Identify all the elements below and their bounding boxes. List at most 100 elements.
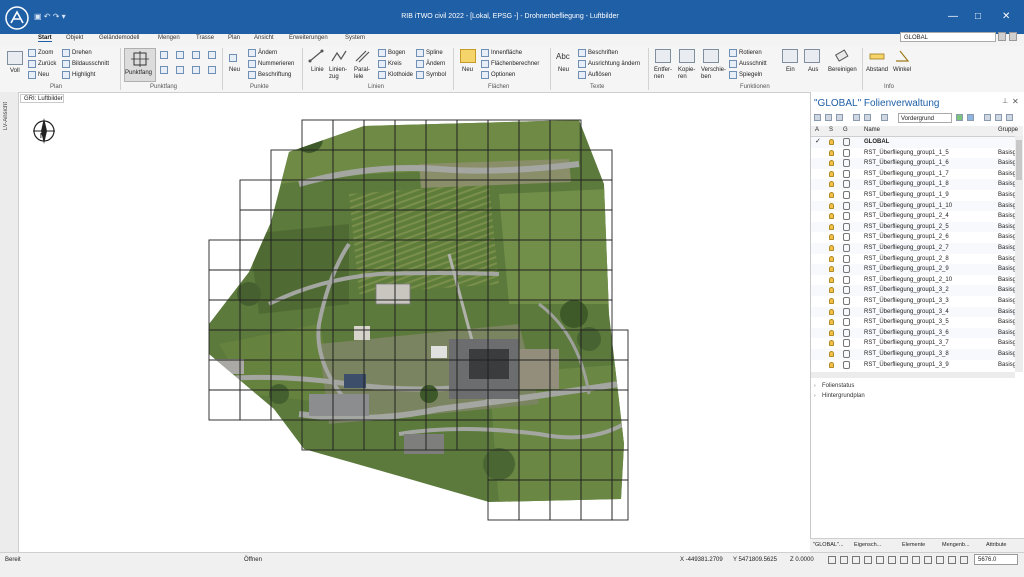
layer-row[interactable]: RST_Überfliegung_group1_3_8 Basisg bbox=[811, 349, 1016, 360]
visibility-bulb-icon[interactable] bbox=[829, 266, 834, 273]
new-layer-icon[interactable] bbox=[814, 114, 821, 121]
tab-mengenberechnung[interactable]: Mengenb... bbox=[942, 542, 970, 548]
layer-row[interactable]: RST_Überfliegung_group1_2_4 Basisg bbox=[811, 211, 1016, 222]
entfernen-button[interactable]: Entfer-nen bbox=[654, 67, 676, 81]
settings-icon[interactable] bbox=[948, 556, 956, 564]
visibility-bulb-icon[interactable] bbox=[829, 276, 834, 283]
abstand-button[interactable]: Abstand bbox=[866, 67, 888, 73]
print-icon[interactable] bbox=[912, 556, 920, 564]
ein-button[interactable]: Ein bbox=[786, 67, 795, 73]
visibility-bulb-icon[interactable] bbox=[829, 287, 834, 294]
layer-lock-icon[interactable] bbox=[843, 275, 850, 284]
punkt-neu-button[interactable]: Neu bbox=[229, 67, 240, 73]
snap-clear-icon[interactable] bbox=[208, 66, 216, 74]
col-header-gruppe[interactable]: Gruppe bbox=[998, 127, 1018, 133]
snap-intersection-icon[interactable] bbox=[176, 66, 184, 74]
col-header-a[interactable]: A bbox=[815, 127, 819, 133]
snap-node-icon[interactable] bbox=[160, 66, 168, 74]
tab-elemente[interactable]: Elemente bbox=[902, 542, 925, 548]
layer-list-hscrollbar[interactable] bbox=[811, 372, 1015, 378]
voll-button[interactable]: Voll bbox=[10, 68, 20, 74]
layer-list-scrollbar[interactable] bbox=[1015, 136, 1023, 372]
layer-row[interactable]: RST_Überfliegung_group1_1_6 Basisg bbox=[811, 158, 1016, 169]
document-tab[interactable]: GRI: Luftbilder bbox=[20, 94, 64, 103]
expand-icon[interactable]: › bbox=[814, 393, 816, 399]
layer-row[interactable]: RST_Überfliegung_group1_2_7 Basisg bbox=[811, 243, 1016, 254]
zoom-all-icon[interactable] bbox=[7, 51, 23, 65]
layer-row[interactable]: RST_Überfliegung_group1_3_7 Basisg bbox=[811, 338, 1016, 349]
drehen-button[interactable]: Drehen bbox=[72, 50, 92, 56]
layer-lock-icon[interactable] bbox=[843, 233, 850, 242]
tab-eigenschaften[interactable]: Eigensch... bbox=[854, 542, 881, 548]
spiegeln-button[interactable]: Spiegeln bbox=[739, 72, 762, 78]
layer-copy-icon[interactable] bbox=[836, 114, 843, 121]
visibility-bulb-icon[interactable] bbox=[829, 319, 834, 326]
layer-row[interactable]: RST_Überfliegung_group1_3_9 Basisg bbox=[811, 359, 1016, 371]
layer-delete-icon[interactable] bbox=[853, 114, 860, 121]
tab-ansicht[interactable]: Ansicht bbox=[254, 35, 274, 41]
nummerieren-button[interactable]: Nummerieren bbox=[258, 61, 294, 67]
layer-lock-icon[interactable] bbox=[843, 254, 850, 263]
layer-row[interactable]: RST_Überfliegung_group1_2_9 Basisg bbox=[811, 264, 1016, 275]
layer-row[interactable]: RST_Überfliegung_group1_1_9 Basisg bbox=[811, 190, 1016, 201]
visibility-bulb-icon[interactable] bbox=[829, 213, 834, 220]
col-header-g[interactable]: G bbox=[843, 127, 848, 133]
bildausschnitt-button[interactable]: Bildausschnitt bbox=[72, 61, 109, 67]
neu-button[interactable]: Neu bbox=[38, 72, 49, 78]
minimize-button[interactable]: — bbox=[948, 11, 958, 22]
pin-icon[interactable] bbox=[1009, 32, 1017, 41]
scale-field[interactable]: 5676.0 bbox=[974, 554, 1018, 565]
scrollbar-thumb[interactable] bbox=[1016, 140, 1022, 180]
layer-row[interactable]: RST_Überfliegung_group1_3_5 Basisg bbox=[811, 317, 1016, 328]
layer-lock-icon[interactable] bbox=[843, 201, 850, 210]
aus-button[interactable]: Aus bbox=[808, 67, 818, 73]
layer-row[interactable]: RST_Überfliegung_group1_1_8 Basisg bbox=[811, 179, 1016, 190]
layer-lock-icon[interactable] bbox=[843, 318, 850, 327]
flaechenberechner-button[interactable]: Flächenberechner bbox=[491, 61, 539, 67]
layer-lock-icon[interactable] bbox=[843, 191, 850, 199]
layer-row[interactable]: RST_Überfliegung_group1_2_10 Basisg bbox=[811, 274, 1016, 286]
panel-close-icon[interactable]: ✕ bbox=[1012, 97, 1019, 106]
visibility-bulb-icon[interactable] bbox=[829, 181, 834, 188]
layer-lock-icon[interactable] bbox=[843, 307, 850, 316]
tab-gelaendemodell[interactable]: Geländemodell bbox=[99, 35, 139, 41]
kopieren-button[interactable]: Kopie-ren bbox=[678, 67, 698, 81]
layer-lock-icon[interactable] bbox=[843, 360, 850, 369]
visibility-bulb-icon[interactable] bbox=[829, 223, 834, 230]
close-button[interactable]: ✕ bbox=[1002, 11, 1010, 22]
zoom-button[interactable]: Zoom bbox=[38, 50, 53, 56]
snap-toggle-icon[interactable] bbox=[852, 556, 860, 564]
snap-endpoint-icon[interactable] bbox=[160, 51, 168, 59]
scale-icon[interactable] bbox=[960, 556, 968, 564]
tab-erweiterungen[interactable]: Erweiterungen bbox=[289, 35, 328, 41]
filter-icon[interactable] bbox=[984, 114, 991, 121]
tab-objekt[interactable]: Objekt bbox=[66, 35, 83, 41]
columns-icon[interactable] bbox=[1006, 114, 1013, 121]
parallele-button[interactable]: Paral-lele bbox=[354, 67, 372, 81]
pan-icon[interactable] bbox=[888, 556, 896, 564]
tab-start[interactable]: Start bbox=[38, 35, 52, 42]
col-header-s[interactable]: S bbox=[829, 127, 833, 133]
snap-off-icon[interactable] bbox=[208, 51, 216, 59]
tab-plan[interactable]: Plan bbox=[228, 35, 240, 41]
layer-row[interactable]: RST_Überfliegung_group1_1_10 Basisg bbox=[811, 200, 1016, 212]
punkt-aendern-button[interactable]: Ändern bbox=[258, 50, 277, 56]
zoom-window-icon[interactable] bbox=[876, 556, 884, 564]
layer-lock-icon[interactable] bbox=[843, 339, 850, 348]
layer-lock-icon[interactable] bbox=[843, 350, 850, 358]
layer-lock-icon[interactable] bbox=[843, 222, 850, 231]
snap-midpoint-icon[interactable] bbox=[176, 51, 184, 59]
grid-toggle-icon[interactable] bbox=[828, 556, 836, 564]
beschriften-button[interactable]: Beschriften bbox=[588, 50, 618, 56]
layer-lock-icon[interactable] bbox=[843, 212, 850, 221]
lv-ansicht-tab[interactable]: LV-Ansicht bbox=[3, 102, 9, 130]
visibility-bulb-icon[interactable] bbox=[829, 170, 834, 177]
layer-lock-icon[interactable] bbox=[843, 286, 850, 295]
visibility-bulb-icon[interactable] bbox=[829, 234, 834, 241]
kreis-button[interactable]: Kreis bbox=[388, 61, 402, 67]
layer-row[interactable]: RST_Überfliegung_group1_2_5 Basisg bbox=[811, 221, 1016, 233]
visibility-bulb-icon[interactable] bbox=[829, 329, 834, 336]
spline-button[interactable]: Spline bbox=[426, 50, 443, 56]
layer-lock-icon[interactable] bbox=[843, 159, 850, 168]
snap-perpendicular-icon[interactable] bbox=[192, 66, 200, 74]
